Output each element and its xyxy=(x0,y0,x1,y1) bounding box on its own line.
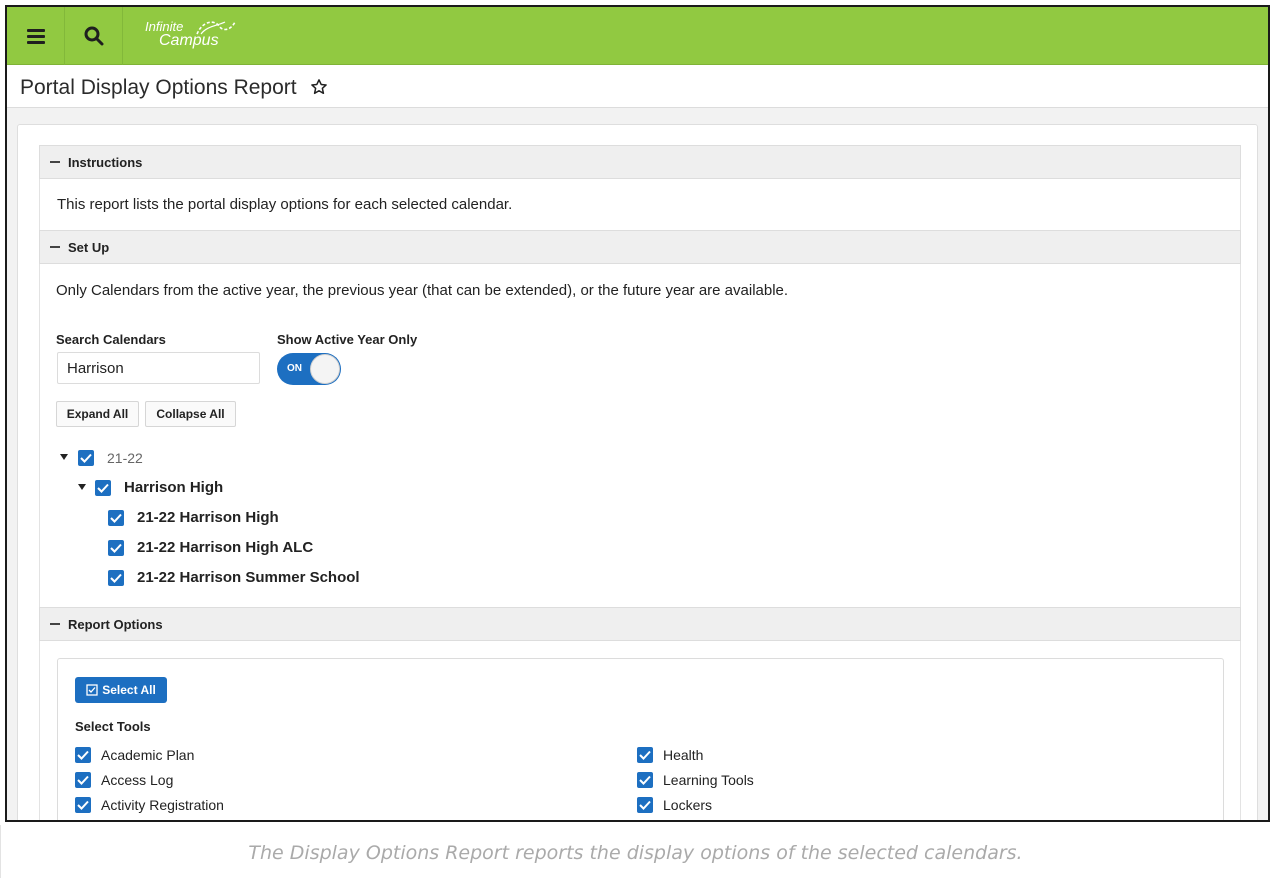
tool-label: Lockers xyxy=(663,797,713,813)
expand-all-button[interactable]: Expand All xyxy=(56,401,139,427)
instructions-text: This report lists the portal display opt… xyxy=(57,196,513,213)
checkbox-icon xyxy=(86,684,98,696)
tool-label: Learning Tools xyxy=(663,772,754,788)
tool-checkbox[interactable] xyxy=(75,747,91,763)
search-button[interactable] xyxy=(65,7,123,65)
collapse-icon xyxy=(50,623,60,625)
setup-note: Only Calendars from the active year, the… xyxy=(56,282,789,299)
hamburger-icon xyxy=(26,28,45,44)
instructions-header-label: Instructions xyxy=(68,155,143,170)
select-tools-label: Select Tools xyxy=(75,719,151,734)
report-options-header[interactable]: Report Options xyxy=(39,607,1241,641)
page-header: Portal Display Options Report xyxy=(7,65,1268,108)
show-active-year-toggle[interactable]: ON xyxy=(277,353,341,385)
tool-checkbox[interactable] xyxy=(637,772,653,788)
tree-year-label: 21-22 xyxy=(107,450,143,466)
search-icon xyxy=(84,26,103,46)
tool-checkbox[interactable] xyxy=(75,772,91,788)
search-calendars-label: Search Calendars xyxy=(56,332,166,347)
collapse-icon xyxy=(50,246,60,248)
check-icon xyxy=(77,775,89,785)
setup-header[interactable]: Set Up xyxy=(39,230,1241,264)
tool-label: Access Log xyxy=(101,772,174,788)
check-icon xyxy=(80,453,92,463)
check-icon xyxy=(639,775,651,785)
tree-caret-icon[interactable] xyxy=(78,484,86,490)
select-all-label: Select All xyxy=(102,683,156,697)
page-title: Portal Display Options Report xyxy=(20,76,297,99)
tool-label: Academic Plan xyxy=(101,747,195,763)
calendar-checkbox[interactable] xyxy=(108,540,124,556)
tool-label: Activity Registration xyxy=(101,797,224,813)
select-all-button[interactable]: Select All xyxy=(75,677,167,703)
year-checkbox[interactable] xyxy=(78,450,94,466)
calendar-checkbox[interactable] xyxy=(108,570,124,586)
check-icon xyxy=(77,800,89,810)
check-icon xyxy=(639,800,651,810)
figure-caption: The Display Options Report reports the d… xyxy=(248,842,1023,864)
check-icon xyxy=(110,543,122,553)
show-active-year-label: Show Active Year Only xyxy=(277,332,418,347)
collapse-all-button[interactable]: Collapse All xyxy=(145,401,236,427)
report-options-header-label: Report Options xyxy=(68,617,163,632)
check-icon xyxy=(97,483,109,493)
instructions-header[interactable]: Instructions xyxy=(39,145,1241,179)
tree-calendar-label: 21-22 Harrison High xyxy=(137,509,279,526)
favorite-star-icon[interactable] xyxy=(310,78,328,96)
check-icon xyxy=(639,750,651,760)
toggle-state-label: ON xyxy=(287,363,302,374)
tree-caret-icon[interactable] xyxy=(60,454,68,460)
search-calendars-input[interactable]: Harrison xyxy=(57,352,260,384)
school-checkbox[interactable] xyxy=(95,480,111,496)
setup-header-label: Set Up xyxy=(68,240,110,255)
check-icon xyxy=(110,573,122,583)
top-bar: Infinite Campus xyxy=(7,7,1268,65)
app-window: Infinite Campus Portal Display Options R… xyxy=(5,5,1270,822)
menu-button[interactable] xyxy=(7,7,65,65)
tree-school-label: Harrison High xyxy=(124,479,224,496)
instructions-body: This report lists the portal display opt… xyxy=(39,179,1241,231)
check-icon xyxy=(77,750,89,760)
tool-label: Health xyxy=(663,747,704,763)
tool-checkbox[interactable] xyxy=(75,797,91,813)
calendar-checkbox[interactable] xyxy=(108,510,124,526)
logo-swoosh-icon xyxy=(196,21,236,35)
collapse-icon xyxy=(50,161,60,163)
tool-checkbox[interactable] xyxy=(637,747,653,763)
setup-body xyxy=(39,264,1241,608)
tree-calendar-label: 21-22 Harrison High ALC xyxy=(137,539,314,556)
tool-checkbox[interactable] xyxy=(637,797,653,813)
tree-calendar-label: 21-22 Harrison Summer School xyxy=(137,569,360,586)
check-icon xyxy=(110,513,122,523)
toggle-knob xyxy=(310,354,340,384)
